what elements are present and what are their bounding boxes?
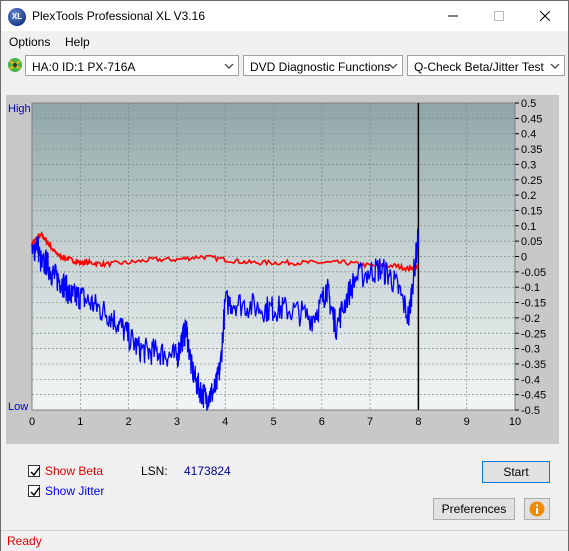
function-select[interactable]: DVD Diagnostic Functions bbox=[243, 55, 403, 76]
y-tick-label: 0.1 bbox=[521, 221, 536, 233]
y-tick-label: 0.2 bbox=[521, 190, 536, 202]
controls-panel: Show Beta Show Jitter LSN: 4173824 Start… bbox=[6, 449, 559, 526]
x-tick-label: 9 bbox=[464, 416, 470, 428]
checkmark-icon bbox=[30, 467, 40, 477]
lsn-value: 4173824 bbox=[184, 464, 231, 478]
x-tick-label: 5 bbox=[270, 416, 276, 428]
y-tick-label: -0.15 bbox=[521, 298, 546, 310]
y-tick-label: 0.15 bbox=[521, 205, 542, 217]
x-tick-label: 8 bbox=[415, 416, 421, 428]
y-axis-low-label: Low bbox=[8, 401, 28, 413]
y-tick-label: 0 bbox=[521, 252, 527, 264]
y-tick-label: -0.5 bbox=[521, 405, 540, 417]
y-tick-label: 0.5 bbox=[521, 98, 536, 110]
preferences-button[interactable]: Preferences bbox=[433, 498, 515, 520]
title-bar: XL PlexTools Professional XL V3.16 bbox=[1, 1, 568, 31]
minimize-icon bbox=[448, 15, 458, 17]
y-tick-label: 0.4 bbox=[521, 129, 536, 141]
y-axis-high-label: High bbox=[8, 103, 31, 115]
lsn-label: LSN: bbox=[141, 464, 168, 478]
menu-options[interactable]: Options bbox=[9, 35, 50, 49]
y-tick-label: 0.3 bbox=[521, 159, 536, 171]
drive-select[interactable]: HA:0 ID:1 PX-716A bbox=[25, 55, 239, 76]
function-select-value: DVD Diagnostic Functions bbox=[250, 60, 391, 74]
y-tick-label: -0.1 bbox=[521, 282, 540, 294]
maximize-icon bbox=[494, 11, 504, 21]
app-logo-icon: XL bbox=[8, 8, 26, 26]
close-icon bbox=[540, 11, 550, 21]
window-title: PlexTools Professional XL V3.16 bbox=[32, 9, 205, 23]
maximize-button[interactable] bbox=[476, 1, 522, 31]
x-tick-label: 0 bbox=[29, 416, 35, 428]
y-tick-label: -0.4 bbox=[521, 374, 540, 386]
menu-help[interactable]: Help bbox=[65, 35, 90, 49]
toolbar: HA:0 ID:1 PX-716A DVD Diagnostic Functio… bbox=[1, 54, 568, 79]
drive-status-icon bbox=[8, 58, 22, 72]
test-select-value: Q-Check Beta/Jitter Test bbox=[414, 60, 544, 74]
checkmark-icon bbox=[30, 487, 40, 497]
status-bar: Ready bbox=[1, 530, 568, 551]
show-jitter-label: Show Jitter bbox=[45, 484, 105, 498]
show-beta-checkbox[interactable] bbox=[28, 465, 40, 477]
chevron-down-icon bbox=[388, 63, 398, 69]
y-tick-label: 0.45 bbox=[521, 113, 542, 125]
x-tick-label: 2 bbox=[126, 416, 132, 428]
y-tick-label: -0.2 bbox=[521, 313, 540, 325]
show-jitter-checkbox[interactable] bbox=[28, 485, 40, 497]
info-button[interactable] bbox=[524, 498, 550, 520]
info-icon bbox=[529, 501, 545, 517]
minimize-button[interactable] bbox=[430, 1, 476, 31]
test-select[interactable]: Q-Check Beta/Jitter Test bbox=[407, 55, 565, 76]
app-window: XL PlexTools Professional XL V3.16 Optio… bbox=[0, 0, 569, 551]
y-tick-label: 0.25 bbox=[521, 175, 542, 187]
show-beta-label: Show Beta bbox=[45, 464, 104, 478]
y-tick-label: -0.35 bbox=[521, 359, 546, 371]
close-button[interactable] bbox=[522, 1, 568, 31]
status-text: Ready bbox=[7, 534, 42, 548]
x-tick-label: 1 bbox=[77, 416, 83, 428]
start-button[interactable]: Start bbox=[482, 461, 550, 483]
menu-bar: Options Help bbox=[1, 31, 568, 53]
chevron-down-icon bbox=[224, 63, 234, 69]
x-tick-label: 6 bbox=[319, 416, 325, 428]
x-tick-label: 10 bbox=[509, 416, 521, 428]
drive-select-value: HA:0 ID:1 PX-716A bbox=[32, 60, 136, 74]
y-tick-label: -0.45 bbox=[521, 390, 546, 402]
x-tick-label: 3 bbox=[174, 416, 180, 428]
y-tick-label: -0.25 bbox=[521, 328, 546, 340]
y-tick-label: -0.05 bbox=[521, 267, 546, 279]
chevron-down-icon bbox=[550, 63, 560, 69]
y-tick-label: 0.35 bbox=[521, 144, 542, 156]
y-tick-label: 0.05 bbox=[521, 236, 542, 248]
beta-jitter-chart: 0 1 2 3 4 5 6 7 8 9 10 0.5 0.45 0.4 0.35 0.3 0.25 0.2 0.15… bbox=[8, 98, 546, 428]
chart-panel: 0 1 2 3 4 5 6 7 8 9 10 0.5 0.45 0.4 0.35 0.3 0.25 0.2 0.15… bbox=[6, 95, 559, 444]
y-tick-label: -0.3 bbox=[521, 344, 540, 356]
x-tick-label: 4 bbox=[222, 416, 228, 428]
x-tick-label: 7 bbox=[367, 416, 373, 428]
